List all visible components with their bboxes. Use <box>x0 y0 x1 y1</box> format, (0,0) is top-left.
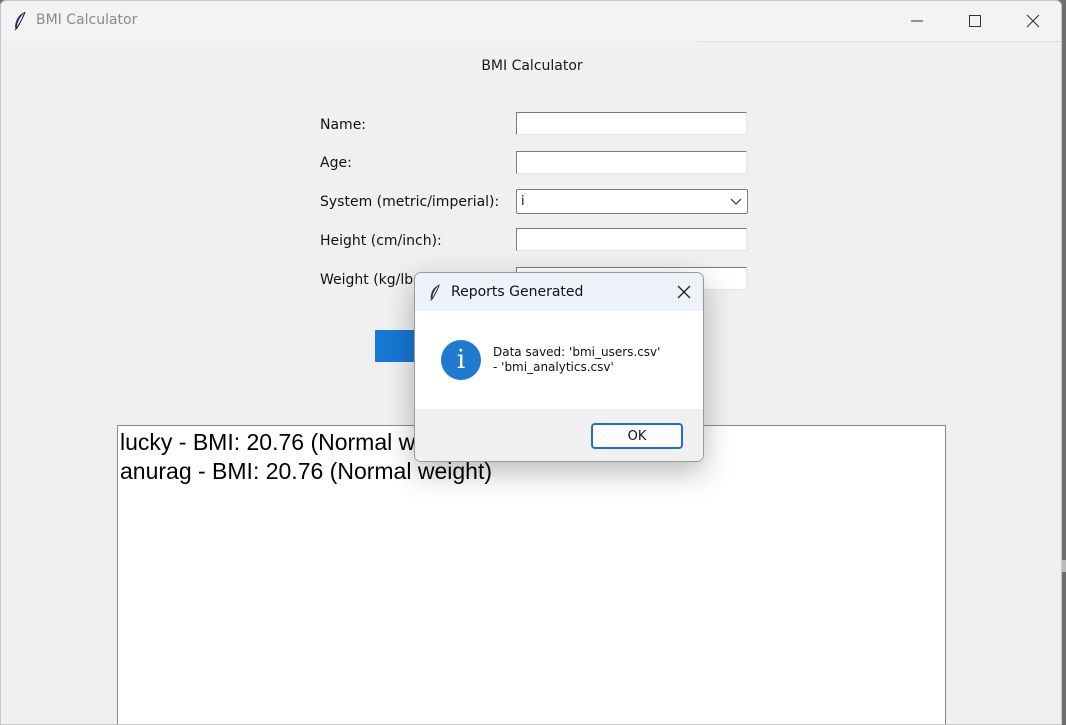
minimize-button[interactable] <box>888 1 946 41</box>
age-label: Age: <box>320 155 352 171</box>
dialog-title: Reports Generated <box>451 284 584 300</box>
dialog-message: Data saved: 'bmi_users.csv' - 'bmi_analy… <box>493 345 661 374</box>
results-list[interactable]: lucky - BMI: 20.76 (Normal weight) anura… <box>117 425 946 724</box>
age-input[interactable] <box>516 151 747 174</box>
close-icon[interactable] <box>677 285 691 299</box>
dialog-footer: OK <box>415 409 703 461</box>
window-title: BMI Calculator <box>36 12 138 28</box>
title-bar: BMI Calculator <box>1 1 1061 41</box>
reports-dialog: Reports Generated i Data saved: 'bmi_use… <box>414 272 704 462</box>
header-divider <box>697 41 1061 42</box>
height-label: Height (cm/inch): <box>320 233 442 249</box>
maximize-button[interactable] <box>946 1 1004 41</box>
ok-button[interactable]: OK <box>591 423 683 449</box>
minimize-icon <box>911 20 923 22</box>
system-selected-value: i <box>521 194 525 209</box>
page-title: BMI Calculator <box>481 58 583 74</box>
feather-icon <box>14 11 26 31</box>
dialog-title-bar: Reports Generated <box>415 273 703 311</box>
background-edge <box>1062 560 1066 572</box>
chevron-down-icon[interactable] <box>730 196 742 206</box>
feather-icon <box>430 284 440 301</box>
dialog-body: i Data saved: 'bmi_users.csv' - 'bmi_ana… <box>415 311 703 409</box>
close-icon <box>1026 14 1040 28</box>
name-label: Name: <box>320 117 367 133</box>
system-label: System (metric/imperial): <box>320 194 500 210</box>
info-icon: i <box>441 340 481 380</box>
close-button[interactable] <box>1004 1 1061 41</box>
name-input[interactable] <box>516 112 747 135</box>
maximize-icon <box>969 15 981 27</box>
system-combobox[interactable]: i <box>516 189 748 214</box>
height-input[interactable] <box>516 228 747 251</box>
calculate-button[interactable] <box>375 330 419 362</box>
